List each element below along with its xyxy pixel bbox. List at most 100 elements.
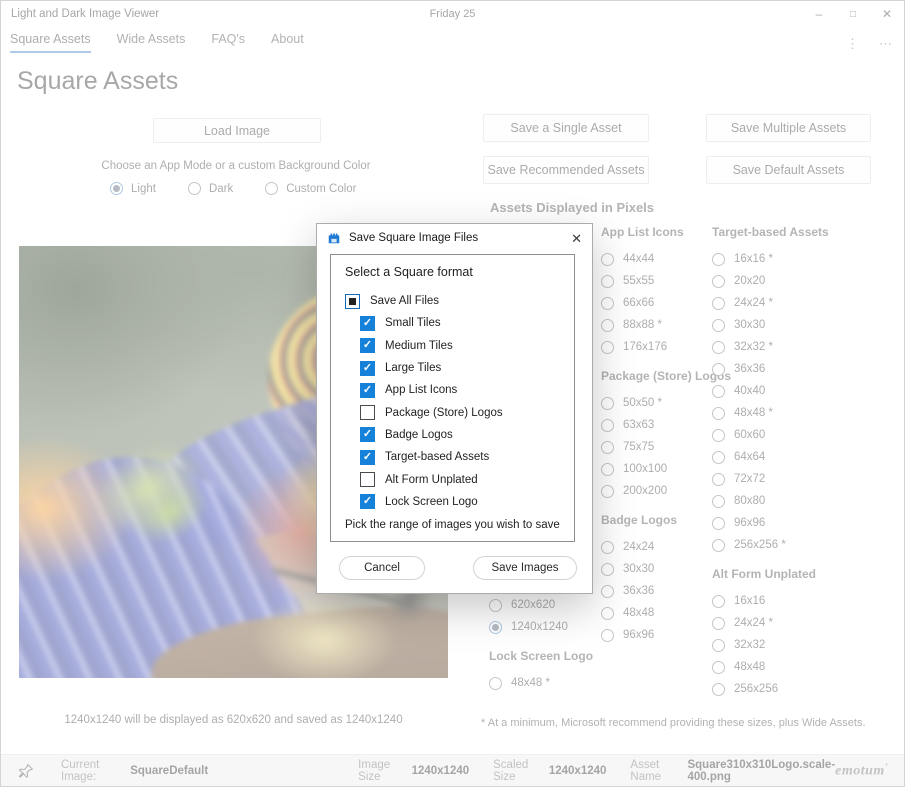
size-option[interactable]: 32x32 * <box>712 336 829 358</box>
size-radio[interactable] <box>712 318 725 332</box>
minimize-button[interactable]: – <box>802 1 836 27</box>
size-option[interactable]: 256x256 <box>712 678 829 700</box>
size-radio[interactable] <box>712 538 725 552</box>
maximize-button[interactable]: □ <box>836 1 870 27</box>
size-option[interactable]: 20x20 <box>712 270 829 292</box>
size-radio[interactable] <box>601 418 614 432</box>
dialog-close-icon[interactable]: ✕ <box>571 232 582 245</box>
tab-wide-assets[interactable]: Wide Assets <box>117 32 186 53</box>
checkbox-app-list-icons[interactable]: App List Icons <box>360 379 560 401</box>
checkbox-box[interactable] <box>360 315 375 331</box>
size-option[interactable]: 32x32 <box>712 634 829 656</box>
size-radio[interactable] <box>601 252 614 266</box>
size-radio[interactable] <box>601 440 614 454</box>
checkbox-box[interactable] <box>360 449 375 465</box>
checkbox-small-tiles[interactable]: Small Tiles <box>360 312 560 334</box>
size-radio[interactable] <box>712 616 725 630</box>
size-radio[interactable] <box>601 274 614 288</box>
size-option[interactable]: 30x30 <box>712 314 829 336</box>
size-radio[interactable] <box>712 362 725 376</box>
size-option[interactable]: 1240x1240 <box>489 616 593 638</box>
size-radio[interactable] <box>712 594 725 608</box>
tab-square-assets[interactable]: Square Assets <box>10 32 91 53</box>
size-radio[interactable] <box>601 584 614 598</box>
size-option[interactable]: 96x96 <box>712 512 829 534</box>
cancel-button[interactable]: Cancel <box>339 556 425 580</box>
size-radio[interactable] <box>601 562 614 576</box>
size-option[interactable]: 40x40 <box>712 380 829 402</box>
size-radio[interactable] <box>712 516 725 530</box>
size-radio[interactable] <box>489 676 502 690</box>
close-button[interactable]: ✕ <box>870 1 904 27</box>
tab-about[interactable]: About <box>271 32 304 53</box>
size-radio[interactable] <box>601 462 614 476</box>
checkbox-medium-tiles[interactable]: Medium Tiles <box>360 335 560 357</box>
checkbox-box[interactable] <box>360 405 375 421</box>
size-radio[interactable] <box>601 484 614 498</box>
size-radio[interactable] <box>712 472 725 486</box>
size-option[interactable]: 48x48 <box>712 656 829 678</box>
checkbox-package-store-logos[interactable]: Package (Store) Logos <box>360 401 560 423</box>
size-radio[interactable] <box>489 598 502 612</box>
size-option[interactable]: 48x48 * <box>489 672 593 694</box>
size-option[interactable]: 36x36 <box>712 358 829 380</box>
size-option[interactable]: 256x256 * <box>712 534 829 556</box>
checkbox-box[interactable] <box>360 360 375 376</box>
radio-custom-color[interactable] <box>265 182 279 195</box>
size-radio[interactable] <box>712 340 725 354</box>
checkbox-box[interactable] <box>360 427 375 443</box>
size-radio[interactable] <box>712 296 725 310</box>
size-radio[interactable] <box>489 620 502 634</box>
checkbox-box[interactable] <box>360 338 375 354</box>
size-option[interactable]: 16x16 * <box>712 248 829 270</box>
checkbox-box[interactable] <box>360 382 375 398</box>
size-option[interactable]: 72x72 <box>712 468 829 490</box>
mode-option-dark[interactable]: Dark <box>187 182 233 195</box>
save-images-button[interactable]: Save Images <box>473 556 577 580</box>
size-option[interactable]: 48x48 * <box>712 402 829 424</box>
size-option[interactable]: 80x80 <box>712 490 829 512</box>
checkbox-box[interactable] <box>360 494 375 510</box>
size-radio[interactable] <box>601 540 614 554</box>
pin-icon[interactable] <box>17 762 35 780</box>
checkbox-save-all-files[interactable]: Save All Files <box>345 290 560 312</box>
size-radio[interactable] <box>601 628 614 642</box>
size-option[interactable]: 64x64 <box>712 446 829 468</box>
load-image-button[interactable]: Load Image <box>153 118 321 143</box>
size-radio[interactable] <box>712 428 725 442</box>
checkbox-lock-screen-logo[interactable]: Lock Screen Logo <box>360 491 560 513</box>
size-radio[interactable] <box>712 494 725 508</box>
size-radio[interactable] <box>712 450 725 464</box>
radio-light[interactable] <box>110 182 123 195</box>
mode-option-custom-color[interactable]: Custom Color <box>265 182 357 195</box>
size-radio[interactable] <box>712 682 725 696</box>
size-radio[interactable] <box>601 318 614 332</box>
save-recommended-assets-button[interactable]: Save Recommended Assets <box>483 156 649 184</box>
checkbox-target-based-assets[interactable]: Target-based Assets <box>360 446 560 468</box>
size-radio[interactable] <box>601 606 614 620</box>
size-option[interactable]: 16x16 <box>712 590 829 612</box>
size-option[interactable]: 24x24 * <box>712 292 829 314</box>
size-radio[interactable] <box>712 638 725 652</box>
size-radio[interactable] <box>712 252 725 266</box>
vertical-dots-icon[interactable]: ⋮ <box>846 37 859 50</box>
size-radio[interactable] <box>601 396 614 410</box>
size-radio[interactable] <box>712 384 725 398</box>
save-default-assets-button[interactable]: Save Default Assets <box>706 156 871 184</box>
size-radio[interactable] <box>601 340 614 354</box>
tab-faqs[interactable]: FAQ's <box>211 32 245 53</box>
size-radio[interactable] <box>601 296 614 310</box>
size-option[interactable]: 620x620 <box>489 594 593 616</box>
checkbox-large-tiles[interactable]: Large Tiles <box>360 357 560 379</box>
radio-dark[interactable] <box>187 182 201 195</box>
checkbox-badge-logos[interactable]: Badge Logos <box>360 424 560 446</box>
more-options-icon[interactable]: ⋯ <box>879 37 892 50</box>
checkbox-box[interactable] <box>360 472 375 488</box>
mode-option-light[interactable]: Light <box>110 182 156 195</box>
size-option[interactable]: 60x60 <box>712 424 829 446</box>
save-multiple-assets-button[interactable]: Save Multiple Assets <box>706 114 871 142</box>
size-radio[interactable] <box>712 406 725 420</box>
size-radio[interactable] <box>712 660 725 674</box>
checkbox-box[interactable] <box>345 293 360 309</box>
size-option[interactable]: 24x24 * <box>712 612 829 634</box>
